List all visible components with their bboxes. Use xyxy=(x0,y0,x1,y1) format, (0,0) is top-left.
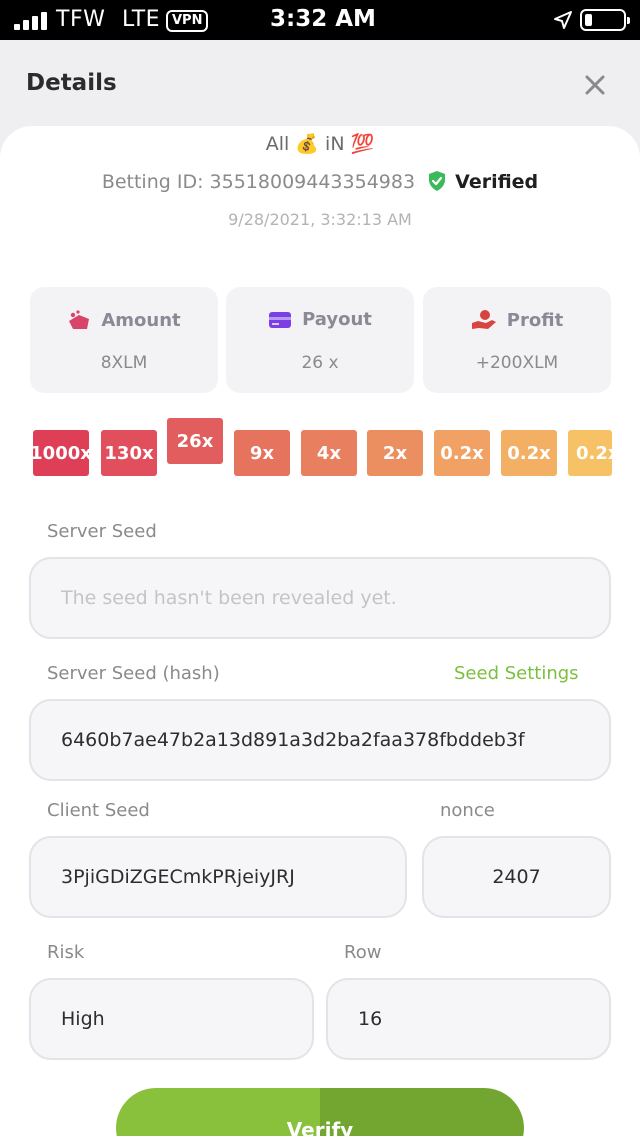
stat-amount: Amount 8XLM xyxy=(30,287,218,393)
stat-value: 8XLM xyxy=(100,353,148,373)
verify-button[interactable]: Verify xyxy=(116,1088,524,1136)
page-title: Details xyxy=(26,70,117,96)
game-title: All 💰 iN 💯 xyxy=(265,133,375,155)
verified-label: Verified xyxy=(455,171,539,193)
close-button[interactable] xyxy=(578,68,612,102)
card-icon xyxy=(269,311,292,328)
nonce-label: nonce xyxy=(440,800,495,821)
stat-label: Payout xyxy=(302,309,372,330)
nonce-field[interactable]: 2407 xyxy=(422,836,611,918)
multiplier-cell: 4x xyxy=(301,430,357,476)
stat-value: 26 x xyxy=(301,353,339,373)
multiplier-cell: 0.2x xyxy=(434,430,490,476)
row-label: Row xyxy=(344,942,382,963)
multiplier-cell: 2x xyxy=(367,430,423,476)
betting-id-label: Betting ID: xyxy=(101,171,204,193)
clock: 3:32 AM xyxy=(270,6,376,32)
signal-icon xyxy=(14,12,50,30)
network-type: LTE xyxy=(122,7,161,32)
stat-label: Profit xyxy=(506,309,564,331)
stat-value: +200XLM xyxy=(475,353,559,373)
betting-id-line: Betting ID: 35518009443354983 Verified xyxy=(0,170,640,193)
close-icon xyxy=(585,75,605,95)
battery-icon xyxy=(580,9,630,31)
server-seed-hash-label: Server Seed (hash) xyxy=(47,663,220,684)
stat-label: Amount xyxy=(101,309,181,331)
hand-money-icon xyxy=(471,310,496,329)
client-seed-field[interactable]: 3PjiGDiZGECmkPRjeiyJRJ xyxy=(29,836,407,918)
verify-button-label: Verify xyxy=(286,1118,354,1136)
risk-field[interactable]: High xyxy=(29,978,314,1060)
status-bar: TFW LTE VPN 3:32 AM xyxy=(0,0,640,40)
vpn-badge: VPN xyxy=(166,10,209,32)
multiplier-cell: 9x xyxy=(234,430,290,476)
row-field[interactable]: 16 xyxy=(326,978,611,1060)
seed-settings-link[interactable]: Seed Settings xyxy=(454,663,579,684)
bet-datetime: 9/28/2021, 3:32:13 AM xyxy=(228,210,412,229)
risk-label: Risk xyxy=(47,942,85,963)
multiplier-cell: 130x xyxy=(101,430,157,476)
server-seed-field[interactable]: The seed hasn't been revealed yet. xyxy=(29,557,611,639)
server-seed-hash-field[interactable]: 6460b7ae47b2a13d891a3d2ba2faa378fbddeb3f xyxy=(29,699,611,781)
coins-icon xyxy=(69,310,90,329)
location-arrow-icon xyxy=(554,11,572,29)
betting-id: 35518009443354983 xyxy=(209,171,416,193)
multiplier-cell-active: 26x xyxy=(167,418,223,464)
carrier-name: TFW xyxy=(56,7,106,32)
multiplier-cell: 1000x xyxy=(33,430,89,476)
multiplier-cell: 0.2x xyxy=(568,430,612,476)
stat-payout: Payout 26 x xyxy=(226,287,414,393)
server-seed-label: Server Seed xyxy=(47,521,157,542)
multiplier-cell: 0.2x xyxy=(501,430,557,476)
client-seed-label: Client Seed xyxy=(47,800,150,821)
stat-profit: Profit +200XLM xyxy=(423,287,611,393)
verified-shield-icon xyxy=(429,171,446,191)
